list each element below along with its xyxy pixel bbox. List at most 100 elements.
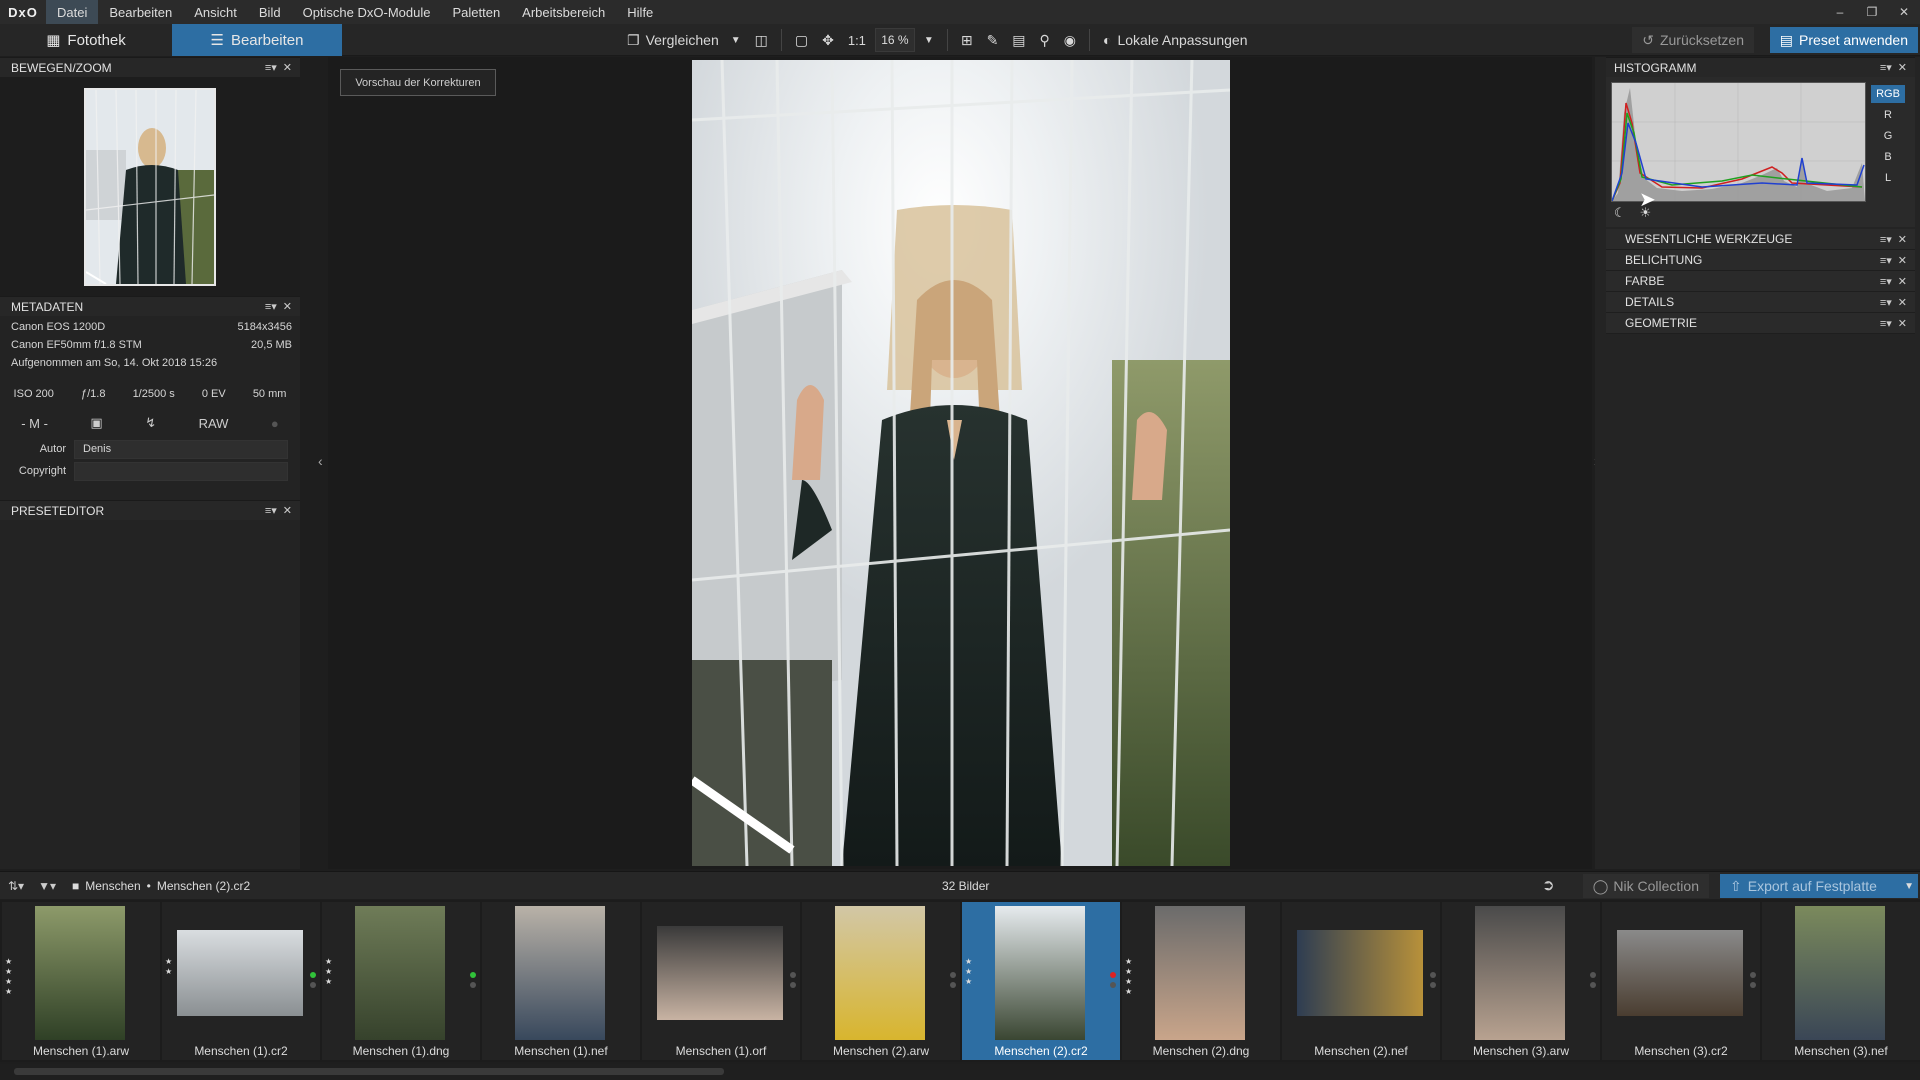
star-rating[interactable]: ★ ★	[165, 957, 173, 977]
zoom-dropdown-icon[interactable]: ▼	[919, 26, 939, 54]
film-item[interactable]: ★ ★ ★ Menschen (1).dng	[322, 902, 480, 1060]
copyright-field[interactable]	[74, 461, 288, 481]
export-to-disk-button[interactable]: ⇧ Export auf Festplatte ▼	[1720, 874, 1918, 898]
section-exposure[interactable]: BELICHTUNG ≡▾ ✕	[1606, 250, 1915, 271]
panel-menu-icon[interactable]: ≡▾	[265, 61, 277, 74]
film-item[interactable]: Menschen (2).arw	[802, 902, 960, 1060]
preset-editor-header[interactable]: PRESETEDITOR ≡▾ ✕	[0, 500, 300, 520]
color-tags[interactable]	[310, 972, 317, 992]
menu-arbeitsbereich[interactable]: Arbeitsbereich	[511, 0, 616, 24]
star-rating[interactable]: ★ ★ ★	[325, 957, 333, 987]
move-icon[interactable]: ✥	[817, 26, 839, 54]
navigator-thumbnail[interactable]	[84, 87, 216, 286]
reset-button[interactable]: ↺ Zurücksetzen	[1632, 27, 1754, 53]
panel-close-icon[interactable]: ✕	[283, 61, 292, 74]
chevron-down-icon[interactable]: ▼	[731, 35, 741, 46]
star-rating[interactable]: ★ ★ ★ ★	[1125, 957, 1133, 997]
menu-bearbeiten[interactable]: Bearbeiten	[98, 0, 183, 24]
compare-button[interactable]: ❐ Vergleichen ▼	[622, 26, 746, 54]
panel-menu-icon[interactable]: ≡▾	[265, 300, 277, 313]
panel-close-icon[interactable]: ✕	[1898, 275, 1907, 288]
panel-menu-icon[interactable]: ≡▾	[1880, 296, 1892, 309]
channel-r-button[interactable]: R	[1871, 106, 1905, 124]
film-item[interactable]: ★ ★ Menschen (1).cr2	[162, 902, 320, 1060]
panel-close-icon[interactable]: ✕	[283, 300, 292, 313]
panel-close-icon[interactable]: ✕	[1898, 296, 1907, 309]
histogram-graph[interactable]	[1611, 82, 1866, 202]
menu-hilfe[interactable]: Hilfe	[616, 0, 664, 24]
color-tags[interactable]	[1430, 972, 1437, 992]
panel-menu-icon[interactable]: ≡▾	[1880, 61, 1892, 74]
film-item[interactable]: ★ ★ ★ ★ Menschen (1).arw	[2, 902, 160, 1060]
color-tags[interactable]	[1750, 972, 1757, 992]
panel-close-icon[interactable]: ✕	[1898, 61, 1907, 74]
scrollbar-thumb[interactable]	[14, 1068, 724, 1075]
preview-corrections-button[interactable]: Vorschau der Korrekturen	[340, 69, 496, 96]
metadata-header[interactable]: METADATEN ≡▾ ✕	[0, 296, 300, 316]
channel-rgb-button[interactable]: RGB	[1871, 85, 1905, 103]
color-tags[interactable]	[950, 972, 957, 992]
collapse-left-panel-icon[interactable]: ‹	[318, 453, 323, 469]
film-item[interactable]: Menschen (1).orf	[642, 902, 800, 1060]
color-tags[interactable]	[1590, 972, 1597, 992]
sort-icon[interactable]: ⇅▾	[8, 879, 24, 893]
panel-close-icon[interactable]: ✕	[1898, 254, 1907, 267]
panel-close-icon[interactable]: ✕	[283, 504, 292, 517]
navigator-header[interactable]: BEWEGEN/ZOOM ≡▾ ✕	[0, 57, 300, 77]
section-color[interactable]: FARBE ≡▾ ✕	[1606, 271, 1915, 292]
chevron-down-icon[interactable]: ▼	[1904, 881, 1914, 892]
nik-collection-button[interactable]: ◯ Nik Collection	[1582, 874, 1709, 898]
section-essential-tools[interactable]: WESENTLICHE WERKZEUGE ≡▾ ✕	[1606, 229, 1915, 250]
one-to-one-button[interactable]: 1:1	[843, 26, 871, 54]
local-adjust-button[interactable]: ◐ Lokale Anpassungen	[1098, 26, 1252, 54]
film-item[interactable]: Menschen (3).nef	[1762, 902, 1920, 1060]
film-item[interactable]: Menschen (3).cr2	[1602, 902, 1760, 1060]
star-rating[interactable]: ★ ★ ★ ★	[5, 957, 13, 997]
tab-library[interactable]: ▦ Fotothek	[0, 24, 172, 56]
menu-optische-module[interactable]: Optische DxO-Module	[292, 0, 442, 24]
film-item[interactable]: ★ ★ ★ ★ Menschen (2).dng	[1122, 902, 1280, 1060]
film-item[interactable]: Menschen (1).nef	[482, 902, 640, 1060]
color-tags[interactable]	[470, 972, 477, 992]
apply-preset-button[interactable]: ▤ Preset anwenden	[1769, 27, 1918, 53]
repair-icon[interactable]: ⚲	[1035, 26, 1055, 54]
menu-paletten[interactable]: Paletten	[441, 0, 511, 24]
film-item[interactable]: Menschen (3).arw	[1442, 902, 1600, 1060]
channel-l-button[interactable]: L	[1871, 169, 1905, 187]
breadcrumb-folder[interactable]: Menschen	[85, 879, 140, 893]
filmstrip-scrollbar[interactable]	[0, 1064, 1920, 1080]
section-details[interactable]: DETAILS ≡▾ ✕	[1606, 292, 1915, 313]
fit-screen-icon[interactable]: ▢	[790, 26, 813, 54]
author-field[interactable]: Denis	[74, 439, 288, 459]
zoom-level[interactable]: 16 %	[874, 28, 915, 52]
moon-icon[interactable]: ☾	[1614, 205, 1626, 221]
filter-icon[interactable]: ▼▾	[38, 879, 56, 893]
panel-menu-icon[interactable]: ≡▾	[1880, 254, 1892, 267]
minimize-icon[interactable]: –	[1824, 0, 1856, 24]
film-item[interactable]: Menschen (2).nef	[1282, 902, 1440, 1060]
panel-close-icon[interactable]: ✕	[1898, 317, 1907, 330]
close-icon[interactable]: ✕	[1888, 0, 1920, 24]
panel-menu-icon[interactable]: ≡▾	[1880, 317, 1892, 330]
film-item-selected[interactable]: ★ ★ ★ Menschen (2).cr2	[962, 902, 1120, 1060]
color-tags[interactable]	[1110, 972, 1117, 992]
section-geometry[interactable]: GEOMETRIE ≡▾ ✕	[1606, 313, 1915, 334]
eye-icon[interactable]: ◉	[1059, 26, 1081, 54]
export-share-icon[interactable]: ➲	[1542, 876, 1555, 894]
menu-ansicht[interactable]: Ansicht	[183, 0, 248, 24]
panel-menu-icon[interactable]: ≡▾	[265, 504, 277, 517]
main-photo[interactable]	[692, 60, 1230, 866]
panel-close-icon[interactable]: ✕	[1898, 233, 1907, 246]
histogram-header[interactable]: HISTOGRAMM ≡▾ ✕	[1606, 57, 1915, 77]
crop-icon[interactable]: ⊞	[956, 26, 978, 54]
horizon-icon[interactable]: ▤	[1007, 26, 1030, 54]
navigator-area[interactable]	[0, 77, 300, 296]
panel-menu-icon[interactable]: ≡▾	[1880, 275, 1892, 288]
tab-edit[interactable]: ☰ Bearbeiten	[172, 24, 342, 56]
eyedropper-icon[interactable]: ✎	[982, 26, 1004, 54]
color-tags[interactable]	[790, 972, 797, 992]
channel-g-button[interactable]: G	[1871, 127, 1905, 145]
restore-icon[interactable]: ❐	[1856, 0, 1888, 24]
split-view-icon[interactable]: ◫	[750, 26, 773, 54]
channel-b-button[interactable]: B	[1871, 148, 1905, 166]
